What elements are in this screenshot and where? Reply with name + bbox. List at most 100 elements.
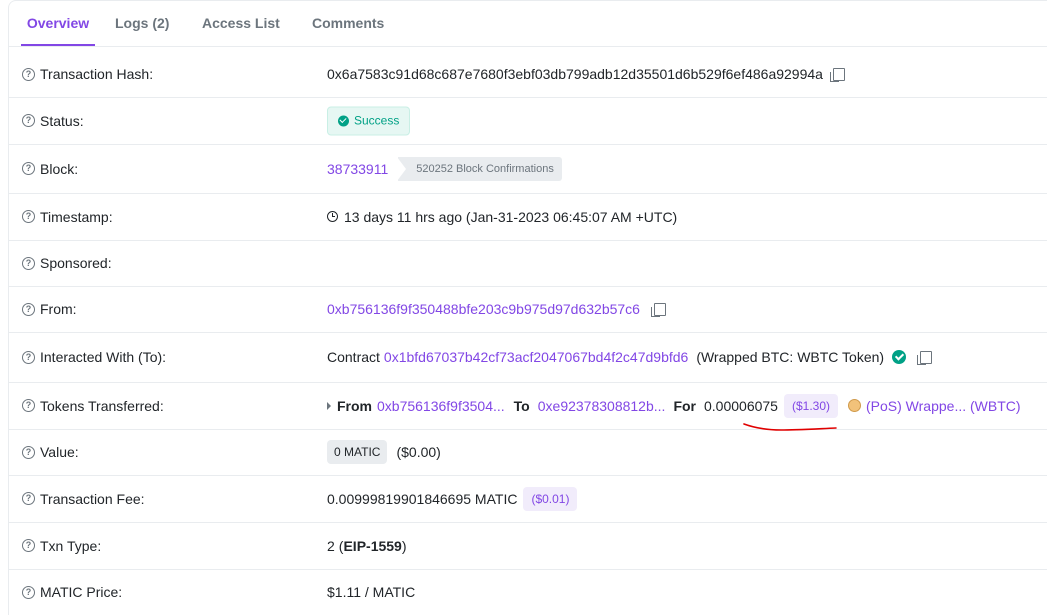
value-label-wrap: ? Value: [22,444,79,460]
tokens-label: Tokens Transferred: [40,397,164,414]
transaction-hash-value-wrap: 0x6a7583c91d68c687e7680f3ebf03db799adb12… [327,66,845,82]
timestamp-value: 13 days 11 hrs ago (Jan-31-2023 06:45:07… [344,208,678,225]
row-block: ? Block: 38733911 520252 Block Confirmat… [9,144,1047,194]
interacted-label-wrap: ? Interacted With (To): [22,349,166,365]
price-value-wrap: $1.11 / MATIC [327,584,415,600]
status-value-wrap: Success [327,106,411,135]
row-timestamp: ? Timestamp: 13 days 11 hrs ago (Jan-31-… [9,193,1047,241]
block-label: Block: [40,160,79,177]
sponsored-label-wrap: ? Sponsored: [22,255,112,271]
value-amount-pill: 0 MATIC [327,440,388,464]
tokens-for-label: For [673,397,696,414]
value-label: Value: [40,444,79,460]
help-icon[interactable]: ? [22,210,35,223]
block-number-link[interactable]: 38733911 [327,161,388,177]
help-icon[interactable]: ? [22,585,35,599]
status-badge-text: Success [354,113,400,128]
help-icon[interactable]: ? [22,399,35,412]
row-transaction-hash: ? Transaction Hash: 0x6a7583c91d68c687e7… [9,51,1047,98]
transaction-hash-value: 0x6a7583c91d68c687e7680f3ebf03db799adb12… [327,66,823,82]
from-label-wrap: ? From: [22,301,77,317]
from-value-wrap: 0xb756136f9f350488bfe203c9b975d97d632b57… [327,301,666,317]
help-icon[interactable]: ? [22,302,35,316]
fee-value-wrap: 0.00999819901846695 MATIC ($0.01) [327,486,578,511]
check-circle-icon [338,115,349,126]
tab-access-list[interactable]: Access List [202,1,280,46]
help-icon[interactable]: ? [22,539,35,552]
fee-amount: 0.00999819901846695 MATIC [327,490,518,507]
row-matic-price: ? MATIC Price: $1.11 / MATIC [9,569,1047,615]
timestamp-label-wrap: ? Timestamp: [22,209,113,225]
fee-label: Transaction Fee: [40,490,145,507]
txn-type-name: EIP-1559 [343,537,402,554]
status-label: Status: [40,112,84,129]
token-name-link[interactable]: (PoS) Wrappe... (WBTC) [866,398,1021,414]
tokens-to-address-link[interactable]: 0xe92378308812b... [538,398,666,414]
block-confirmations-tag: 520252 Block Confirmations [397,156,562,181]
timestamp-label: Timestamp: [40,208,113,225]
copy-icon[interactable] [829,67,845,82]
clock-icon [327,211,338,222]
row-value: ? Value: 0 MATIC ($0.00) [9,429,1047,476]
fee-usd-pill: ($0.01) [523,486,578,511]
transaction-details-card: Overview Logs (2) Access List Comments ?… [8,0,1047,615]
row-interacted-with: ? Interacted With (To): Contract 0x1bfd6… [9,332,1047,383]
interacted-label: Interacted With (To): [40,349,167,365]
txn-type-number: 2 [327,537,335,554]
txn-type-value-wrap: 2 (EIP-1559) [327,538,407,554]
tab-overview[interactable]: Overview [21,1,95,46]
txn-type-close-paren: ) [401,537,407,554]
price-value: $1.11 / MATIC [327,584,416,600]
sponsored-label: Sponsored: [40,255,112,271]
red-underline-annotation [743,423,837,431]
wbtc-token-icon [848,399,861,412]
row-txn-type: ? Txn Type: 2 (EIP-1559) [9,522,1047,570]
row-tokens-transferred: ? Tokens Transferred: From 0xb756136f9f3… [9,382,1047,430]
row-sponsored: ? Sponsored: [9,240,1047,287]
txn-type-label: Txn Type: [40,537,102,554]
tokens-value-wrap: From 0xb756136f9f3504... To 0xe923783088… [327,393,1021,418]
price-label-wrap: ? MATIC Price: [22,584,122,600]
price-label: MATIC Price: [40,584,123,600]
block-label-wrap: ? Block: [22,161,78,177]
tab-logs[interactable]: Logs (2) [115,1,169,46]
interacted-value-wrap: Contract 0x1bfd67037b42cf73acf2047067bd4… [327,349,933,365]
tokens-label-wrap: ? Tokens Transferred: [22,398,164,414]
verified-check-icon [892,350,907,364]
help-icon[interactable]: ? [22,492,35,505]
from-label: From: [40,301,77,317]
help-icon[interactable]: ? [22,114,35,127]
contract-prefix: Contract [327,349,380,365]
from-address-link[interactable]: 0xb756136f9f350488bfe203c9b975d97d632b57… [327,301,640,317]
transaction-hash-label-wrap: ? Transaction Hash: [22,66,153,82]
copy-icon[interactable] [917,350,933,365]
contract-name: (Wrapped BTC: WBTC Token) [696,349,885,365]
status-badge: Success [327,106,411,135]
tokens-usd-pill: ($1.30) [783,393,838,418]
fee-label-wrap: ? Transaction Fee: [22,491,145,507]
tokens-from-label: From [337,397,372,414]
help-icon[interactable]: ? [22,350,35,364]
value-value-wrap: 0 MATIC ($0.00) [327,440,441,464]
row-from: ? From: 0xb756136f9f350488bfe203c9b975d9… [9,286,1047,333]
copy-icon[interactable] [650,302,666,317]
help-icon[interactable]: ? [22,67,35,81]
tokens-to-label: To [513,397,530,414]
tab-bar: Overview Logs (2) Access List Comments [9,1,1047,47]
block-value-wrap: 38733911 520252 Block Confirmations [327,156,562,181]
value-usd: ($0.00) [396,444,441,460]
help-icon[interactable]: ? [22,162,35,175]
tokens-amount: 0.00006075 [704,397,778,414]
contract-address-link[interactable]: 0x1bfd67037b42cf73acf2047067bd4f2c47d9bf… [384,349,688,365]
tab-comments[interactable]: Comments [312,1,384,46]
help-icon[interactable]: ? [22,256,35,270]
help-icon[interactable]: ? [22,445,35,459]
row-status: ? Status: Success [9,97,1047,145]
status-label-wrap: ? Status: [22,113,84,129]
tokens-from-address-link[interactable]: 0xb756136f9f3504... [377,398,505,414]
row-transaction-fee: ? Transaction Fee: 0.00999819901846695 M… [9,475,1047,523]
caret-right-icon [327,401,331,410]
transaction-hash-label: Transaction Hash: [40,66,154,82]
timestamp-value-wrap: 13 days 11 hrs ago (Jan-31-2023 06:45:07… [327,209,677,225]
txn-type-label-wrap: ? Txn Type: [22,538,101,554]
